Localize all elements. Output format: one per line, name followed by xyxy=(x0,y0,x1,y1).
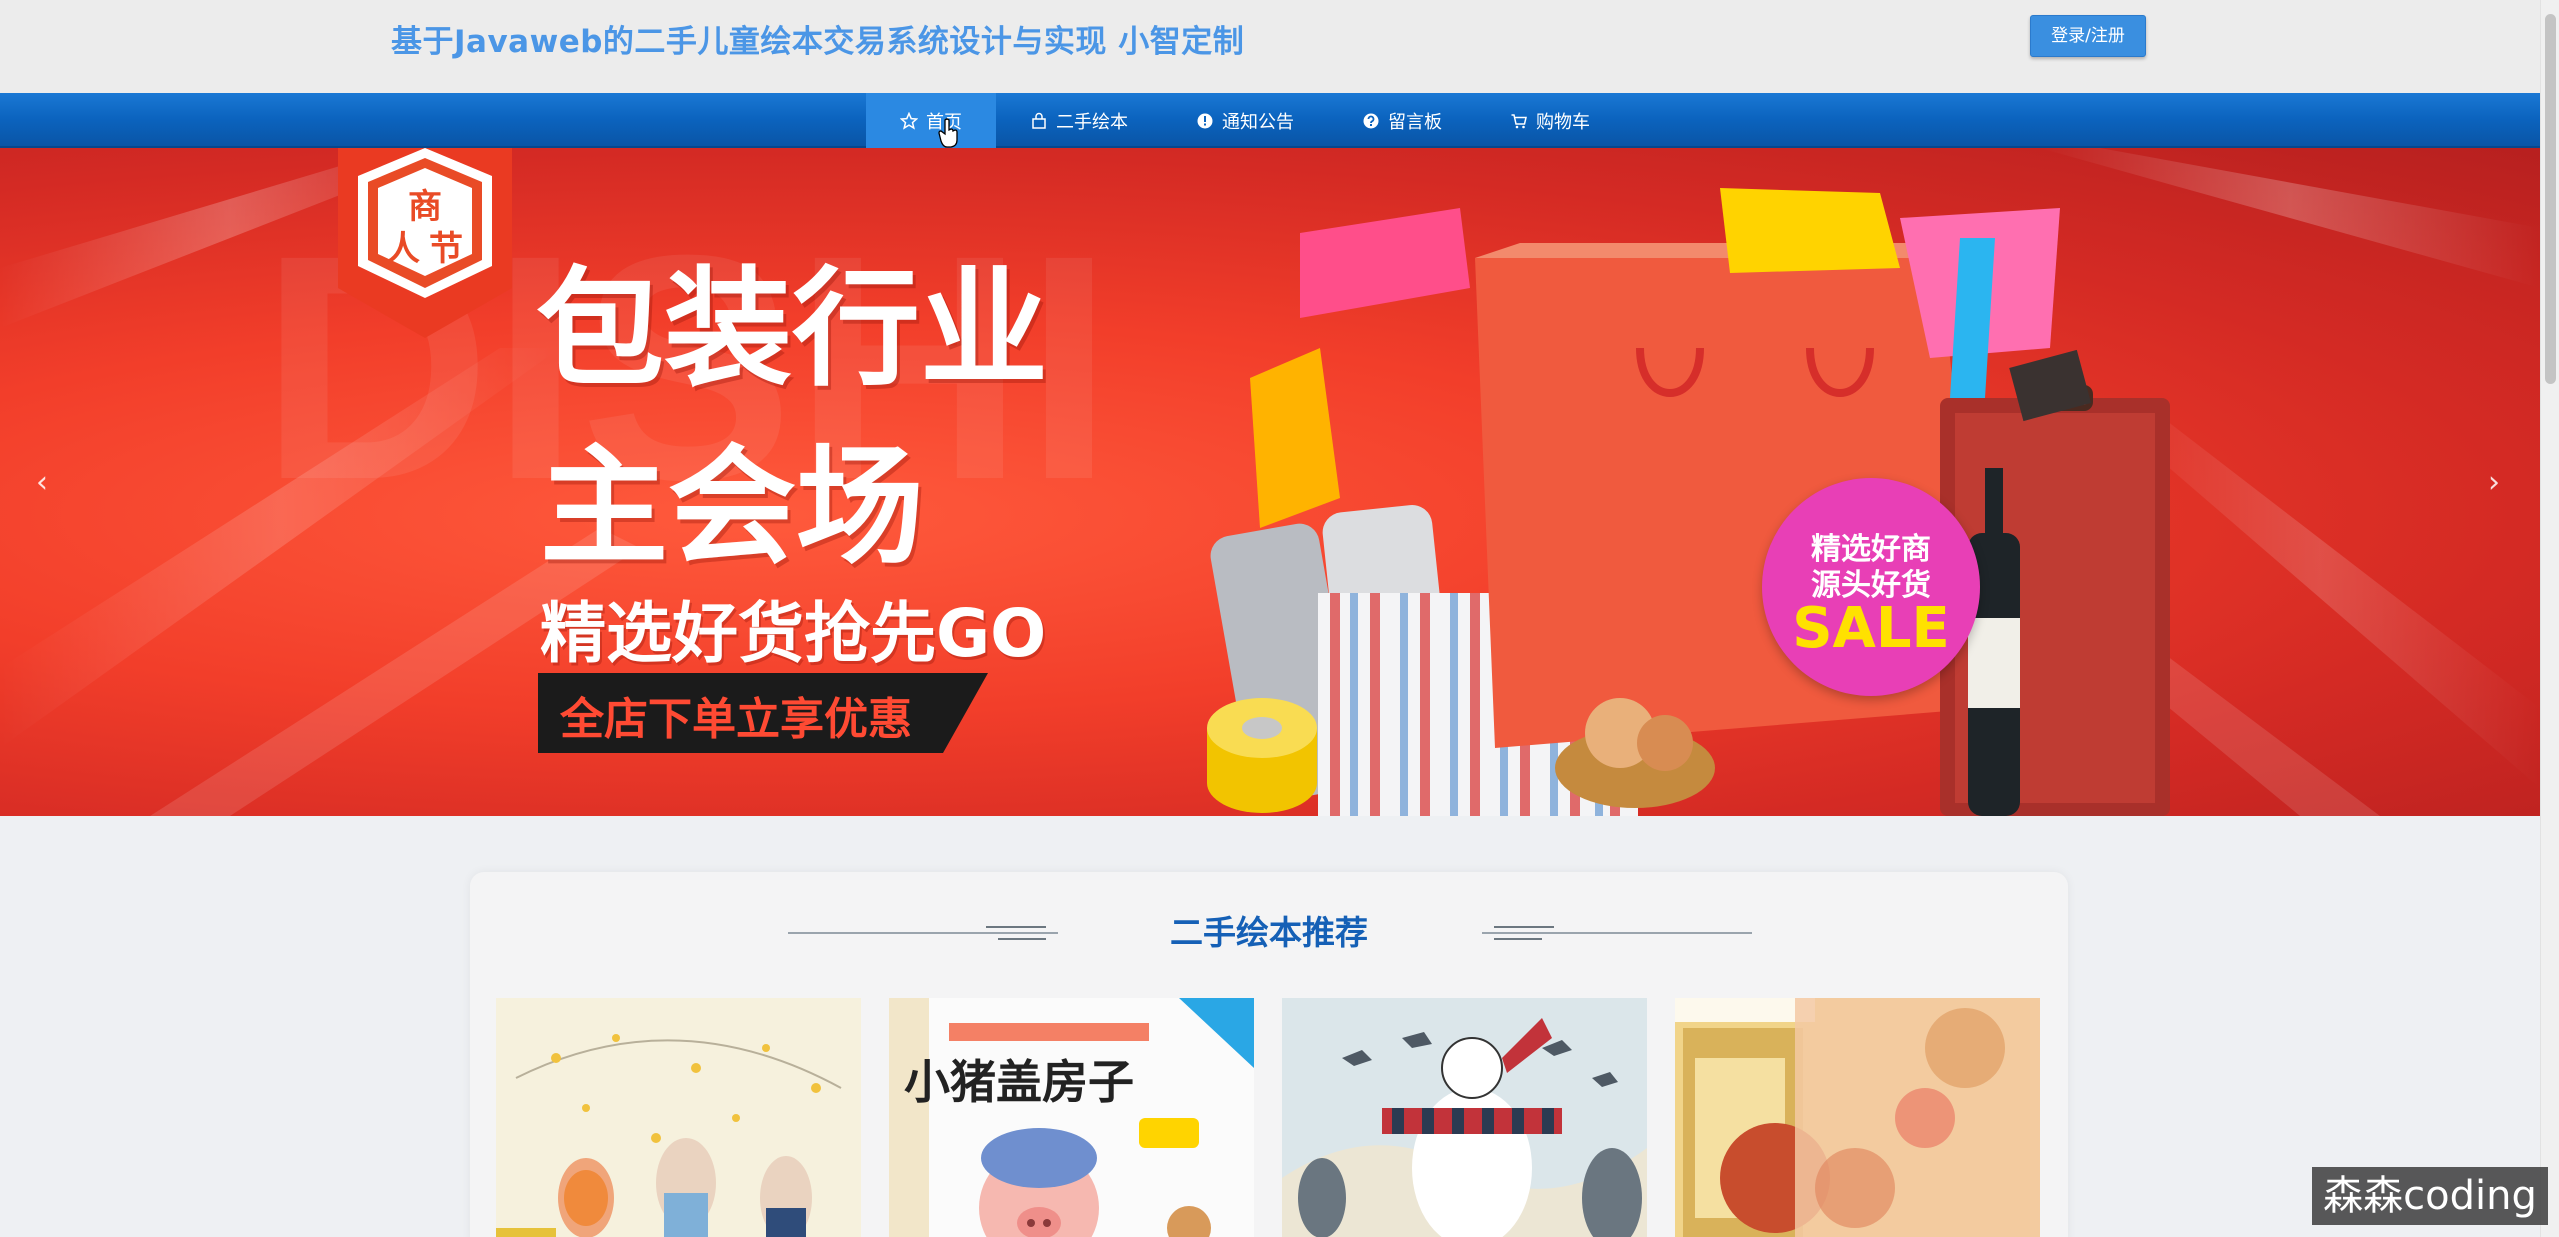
question-icon xyxy=(1362,112,1380,130)
section-title: 二手绘本推荐 xyxy=(1170,913,1368,952)
banner-tagline: 精选好货抢先GO xyxy=(540,595,1047,672)
banner-headline-2: 主会场 xyxy=(540,433,925,582)
chevron-left-icon[interactable]: ‹ xyxy=(22,458,62,508)
watermark: 森森coding xyxy=(2312,1167,2548,1225)
book-2-title: 小猪盖房子 xyxy=(904,1055,1134,1109)
svg-text:人: 人 xyxy=(386,229,420,269)
scrollbar-thumb[interactable] xyxy=(2545,14,2556,384)
promo-text: 全店下单立享优惠 xyxy=(560,694,912,745)
book-card-1[interactable] xyxy=(496,998,861,1237)
book-cover-4 xyxy=(1675,998,2040,1237)
recommend-section: 二手绘本推荐 小猪盖房子 xyxy=(470,872,2068,1237)
book-cover-1 xyxy=(496,998,861,1237)
bag-icon xyxy=(1030,112,1048,130)
nav-label-cart: 购物车 xyxy=(1536,111,1590,133)
header: 基于Javaweb的二手儿童绘本交易系统设计与实现 小智定制 登录/注册 xyxy=(0,0,2540,93)
sale-word: SALE xyxy=(1792,596,1950,661)
book-cover-2: 小猪盖房子 xyxy=(889,998,1254,1237)
svg-text:商: 商 xyxy=(408,187,442,227)
nav-item-message-board[interactable]: 留言板 xyxy=(1328,93,1476,148)
page: 基于Javaweb的二手儿童绘本交易系统设计与实现 小智定制 登录/注册 首页 … xyxy=(0,0,2559,1237)
nav-item-cart[interactable]: 购物车 xyxy=(1476,93,1624,148)
sale-badge: 精选好商 源头好货 SALE xyxy=(1762,478,1980,696)
banner-headline-1: 包装行业 xyxy=(536,255,1049,404)
chevron-right-icon[interactable]: › xyxy=(2474,458,2514,508)
festival-badge: 商 人 节 xyxy=(338,148,512,338)
nav-label-notices: 通知公告 xyxy=(1222,111,1294,133)
nav-item-home[interactable]: 首页 xyxy=(866,93,996,148)
book-card-3[interactable] xyxy=(1282,998,1647,1237)
hand-cursor-icon xyxy=(938,118,958,148)
nav-label-message-board: 留言板 xyxy=(1388,111,1442,133)
info-icon xyxy=(1196,112,1214,130)
banner-carousel[interactable]: DISHI 商 人 节 包装行业 主会场 精选好货抢先GO 全店下单立享优惠 精… xyxy=(0,148,2540,816)
book-card-2[interactable]: 小猪盖房子 xyxy=(889,998,1254,1237)
nav-label-secondhand-books: 二手绘本 xyxy=(1056,111,1128,133)
login-register-button[interactable]: 登录/注册 xyxy=(2030,15,2146,57)
page-scrollbar[interactable] xyxy=(2540,0,2559,1237)
cart-icon xyxy=(1510,112,1528,130)
nav-item-secondhand-books[interactable]: 二手绘本 xyxy=(996,93,1162,148)
star-icon xyxy=(900,111,918,130)
site-title: 基于Javaweb的二手儿童绘本交易系统设计与实现 小智定制 xyxy=(391,24,1245,60)
book-card-4[interactable] xyxy=(1675,998,2040,1237)
nav-item-notices[interactable]: 通知公告 xyxy=(1162,93,1328,148)
main-nav: 首页 二手绘本 通知公告 留言板 购物车 xyxy=(0,93,2540,148)
book-list: 小猪盖房子 xyxy=(496,998,2068,1237)
book-cover-3 xyxy=(1282,998,1647,1237)
svg-text:节: 节 xyxy=(429,229,463,269)
title-decoration-right xyxy=(1482,926,1752,940)
